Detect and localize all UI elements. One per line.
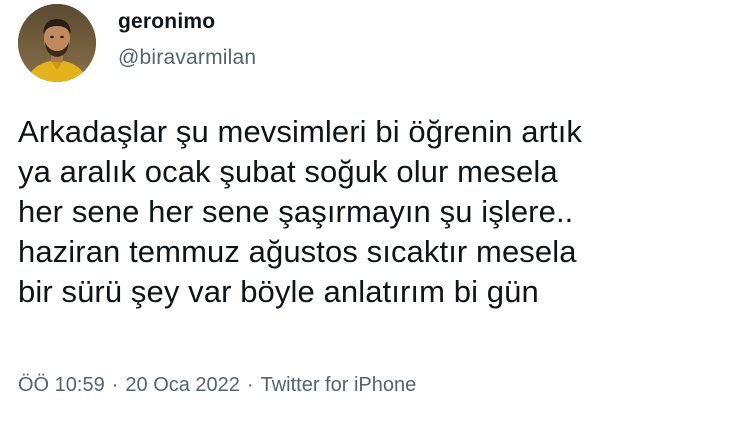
- user-avatar-icon: [18, 4, 96, 82]
- tweet-text-line: bir sürü şey var böyle anlatırım bi gün: [18, 274, 539, 309]
- tweet-text-line: haziran temmuz ağustos sıcaktır mesela: [18, 234, 577, 269]
- meta-separator: ·: [111, 374, 119, 396]
- tweet-card: geronimo @biravarmilan Arkadaşlar şu mev…: [0, 0, 734, 424]
- tweet-text: Arkadaşlar şu mevsimleri bi öğrenin artı…: [18, 112, 718, 312]
- user-handle[interactable]: @biravarmilan: [118, 46, 256, 70]
- tweet-text-line: Arkadaşlar şu mevsimleri bi öğrenin artı…: [18, 114, 583, 149]
- tweet-date[interactable]: 20 Oca 2022: [125, 374, 240, 396]
- meta-separator: ·: [246, 374, 254, 396]
- tweet-metadata: ÖÖ 10:59 · 20 Oca 2022 · Twitter for iPhone: [18, 374, 416, 397]
- tweet-source[interactable]: Twitter for iPhone: [261, 374, 417, 396]
- tweet-text-line: her sene her sene şaşırmayın şu işlere..: [18, 194, 574, 229]
- display-name[interactable]: geronimo: [118, 10, 215, 34]
- tweet-time[interactable]: ÖÖ 10:59: [18, 374, 105, 396]
- avatar[interactable]: [18, 4, 96, 82]
- tweet-text-line: ya aralık ocak şubat soğuk olur mesela: [18, 154, 558, 189]
